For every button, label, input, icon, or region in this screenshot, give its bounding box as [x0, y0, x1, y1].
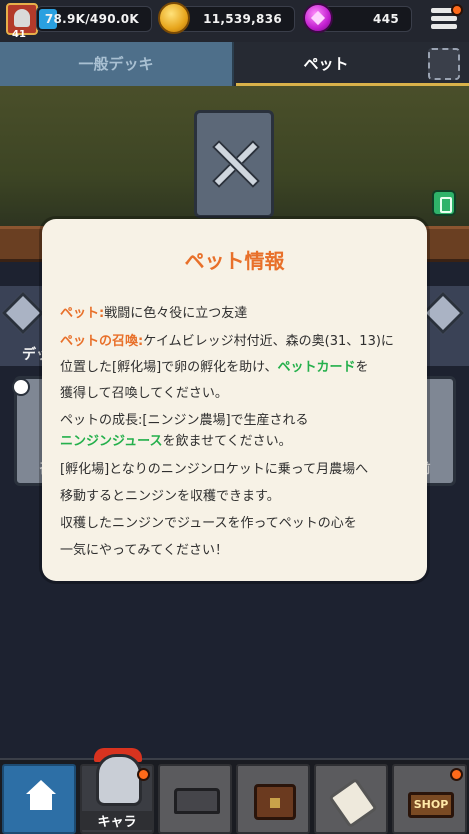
carrot-juice-link: ニンジンジュース: [60, 434, 163, 449]
inventory-button[interactable]: [236, 764, 310, 834]
growth-line-2: ニンジンジュースを飲ませてください。: [60, 434, 292, 449]
pet-info-dialog[interactable]: ペット情報 ペット:戦闘に色々役に立つ友達 ペットの召喚:ケイムビレッジ村付近、…: [42, 219, 427, 581]
deck-tabs: 一般デッキ ペット: [0, 42, 469, 86]
growth-line: ペットの成長:[ニンジン農場]で生産される: [60, 413, 309, 428]
character-button[interactable]: キャラ: [80, 748, 154, 834]
gem-icon: [303, 3, 333, 33]
resource-bar: 41 78.9K/490.0K 11,539,836 445: [0, 0, 469, 42]
juice-line-2: 一気にやってみてください！: [60, 543, 228, 558]
notification-dot-icon: [137, 768, 150, 781]
anvil-icon: [174, 788, 220, 814]
coin-icon: [158, 2, 190, 34]
summon-line-3: 獲得して召喚してください。: [60, 386, 228, 401]
info-badge-icon[interactable]: [432, 190, 456, 216]
notification-dot-icon: [451, 4, 463, 16]
harvest-line-2: 移動するとニンジンを収穫できます。: [60, 489, 280, 504]
bottom-navigation: キャラ SHOP: [0, 748, 469, 834]
helmet-icon: [14, 9, 30, 27]
quest-button[interactable]: [314, 764, 388, 834]
gem-amount: 445: [373, 12, 399, 26]
summon-line-2: 位置した[孵化場]で卵の孵化を助け、ペットカードを: [60, 360, 369, 375]
notification-dot-icon: [450, 768, 463, 781]
shop-button[interactable]: SHOP: [392, 764, 467, 834]
shop-sign-icon: SHOP: [408, 792, 454, 818]
character-label: キャラ: [82, 811, 152, 830]
coin-amount: 11,539,836: [203, 12, 282, 26]
knight-helmet-icon: [96, 754, 142, 806]
summon-line: ペットの召喚:ケイムビレッジ村付近、森の奥(31、13)に: [60, 334, 394, 349]
player-level: 41: [12, 29, 26, 40]
forge-button[interactable]: [158, 764, 232, 834]
xp-text: 78.9K/490.0K: [44, 12, 139, 26]
paw-icon: [12, 378, 30, 396]
home-button[interactable]: [2, 764, 76, 834]
collection-grid-button[interactable]: [428, 48, 460, 80]
pet-description-line: ペット:戦闘に色々役に立つ友達: [60, 306, 248, 321]
juice-line: 収穫したニンジンでジュースを作ってペットの心を: [60, 516, 357, 531]
menu-button[interactable]: [425, 4, 463, 34]
weapon-slot-card[interactable]: [194, 110, 274, 218]
harvest-line: [孵化場]となりのニンジンロケットに乗って月農場へ: [60, 462, 369, 477]
tab-general-deck[interactable]: 一般デッキ: [0, 42, 234, 86]
pet-card-link: ペットカード: [277, 360, 356, 375]
xp-bar: 78.9K/490.0K: [36, 6, 152, 32]
dialog-title: ペット情報: [184, 249, 285, 273]
scroll-icon: [328, 777, 378, 829]
tab-pet[interactable]: ペット: [236, 42, 416, 86]
